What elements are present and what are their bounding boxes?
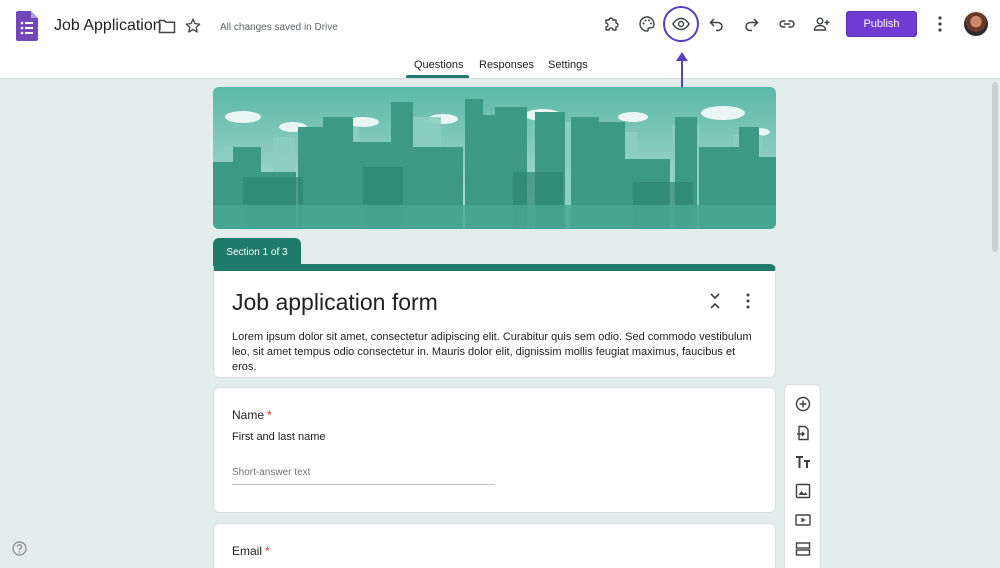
collapse-section-icon[interactable] [708,292,722,310]
video-icon[interactable] [794,511,812,529]
addon-puzzle-icon[interactable] [602,14,622,34]
avatar[interactable] [964,12,988,36]
annotation-arrow-icon [676,52,688,90]
short-answer-field: Short-answer text [232,467,495,485]
palette-icon[interactable] [637,14,657,34]
title-text-icon[interactable] [794,453,812,471]
help-icon[interactable] [12,541,27,556]
question-card-email[interactable]: Email * [213,523,776,568]
document-title[interactable]: Job Application [54,17,162,35]
add-collaborator-icon[interactable] [812,14,832,34]
google-forms-icon[interactable] [16,11,38,41]
add-question-icon[interactable] [794,395,812,413]
page-scrollbar[interactable] [992,82,998,252]
top-header: Job Application All changes saved in Dri… [0,0,1000,79]
question-toolbar [784,384,821,568]
required-marker: * [265,544,270,558]
tab-questions[interactable]: Questions [414,59,464,71]
folder-icon[interactable] [158,18,176,34]
publish-button[interactable]: Publish [846,11,917,37]
header-banner-image [213,87,776,229]
section-icon[interactable] [794,540,812,558]
image-icon[interactable] [794,482,812,500]
preview-button[interactable] [663,6,699,42]
question-description[interactable]: First and last name [232,431,326,443]
question-title: Name [232,408,265,422]
star-icon[interactable] [185,18,201,34]
form-description[interactable]: Lorem ipsum dolor sit amet, consectetur … [232,330,760,375]
question-label[interactable]: Email * [232,544,270,558]
section-indicator: Section 1 of 3 [213,238,301,266]
form-title[interactable]: Job application form [232,289,438,316]
more-vert-icon[interactable] [932,14,948,34]
required-marker: * [267,408,272,422]
tab-responses[interactable]: Responses [479,59,534,71]
link-icon[interactable] [777,14,797,34]
tab-settings[interactable]: Settings [548,59,588,71]
import-questions-icon[interactable] [794,424,812,442]
active-tab-indicator [406,75,469,78]
section-more-icon[interactable] [744,292,752,310]
redo-icon[interactable] [741,14,761,34]
question-card-name[interactable]: Name * First and last name Short-answer t… [213,387,776,513]
question-title: Email [232,544,263,558]
eye-preview-icon [672,17,690,31]
form-title-card[interactable]: Job application form Lorem ipsum dolor s… [213,264,776,378]
undo-icon[interactable] [707,14,727,34]
save-status: All changes saved in Drive [220,22,338,33]
question-label[interactable]: Name * [232,408,272,422]
